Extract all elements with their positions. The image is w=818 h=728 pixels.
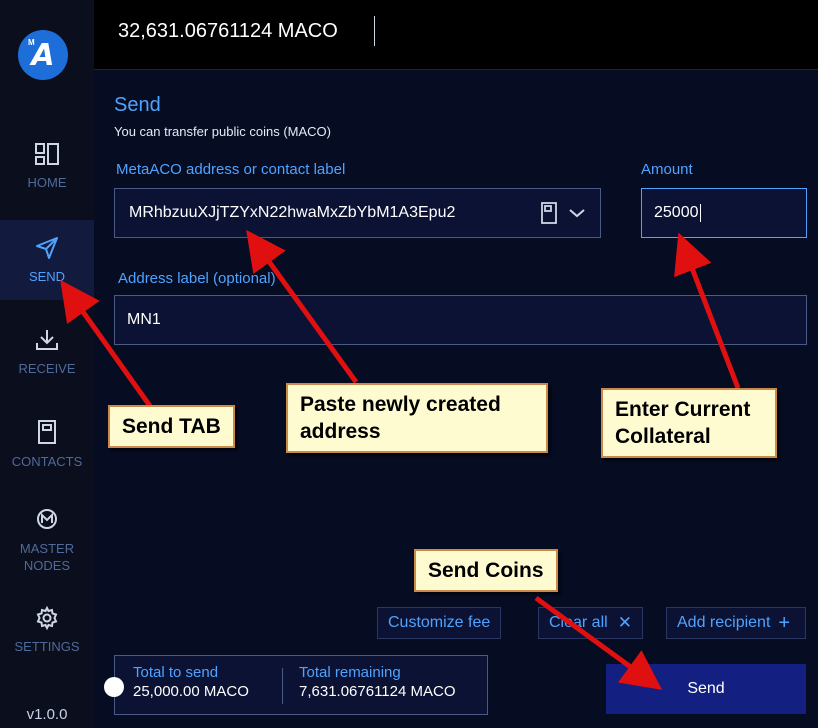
text-caret xyxy=(699,204,701,222)
totals-divider xyxy=(282,668,283,704)
chevron-down-icon[interactable] xyxy=(568,207,586,219)
address-label-field-label: Address label (optional) xyxy=(118,270,276,287)
customize-fee-button[interactable]: Customize fee xyxy=(377,607,502,639)
page-title: Send xyxy=(114,94,161,116)
masternodes-icon xyxy=(37,509,57,529)
amount-input-value: 25000 xyxy=(654,204,699,221)
page-subtitle: You can transfer public coins (MACO) xyxy=(114,124,332,139)
total-remaining-label: Total remaining xyxy=(299,664,401,681)
topbar-divider xyxy=(374,16,375,46)
sidebar-item-home[interactable]: HOME xyxy=(0,126,94,206)
total-to-send: Total to send 25,000.00 MACO xyxy=(133,664,249,700)
sidebar-item-label: RECEIVE xyxy=(18,360,76,376)
wallet-balance: 32,631.06761124 MACO xyxy=(118,20,338,42)
plus-icon: + xyxy=(778,611,791,634)
app-logo: M A xyxy=(18,30,68,80)
contacts-icon xyxy=(38,419,56,444)
top-bar: 32,631.06761124 MACO xyxy=(94,0,818,70)
sidebar-item-label: MASTER NODES xyxy=(19,541,75,573)
amount-input[interactable]: 25000 xyxy=(641,188,807,238)
sidebar: M A HOME SEND RECEIVE CONTACTS MASTER NOD… xyxy=(0,0,94,728)
add-recipient-label: Add recipient xyxy=(677,614,771,631)
sidebar-item-masternodes[interactable]: MASTER NODES xyxy=(0,500,94,580)
clear-all-button[interactable]: Clear all ✕ xyxy=(538,607,643,639)
add-recipient-button[interactable]: Add recipient + xyxy=(666,607,806,639)
sidebar-item-send[interactable]: SEND xyxy=(0,220,94,300)
sidebar-item-settings[interactable]: SETTINGS xyxy=(0,590,94,670)
send-button[interactable]: Send xyxy=(606,664,806,714)
sidebar-item-label: HOME xyxy=(27,174,67,190)
app-version: v1.0.0 xyxy=(26,706,68,723)
callout-send-coins: Send Coins xyxy=(414,549,558,592)
address-label-input[interactable]: MN1 xyxy=(114,295,807,345)
close-icon: ✕ xyxy=(617,613,632,632)
callout-send-tab: Send TAB xyxy=(108,405,235,448)
total-to-send-value: 25,000.00 MACO xyxy=(133,683,249,700)
sidebar-item-label: SEND xyxy=(28,268,66,284)
callout-paste-address: Paste newly created address xyxy=(286,383,548,453)
total-remaining: Total remaining 7,631.06761124 MACO xyxy=(299,664,456,700)
address-field-label: MetaACO address or contact label xyxy=(116,161,346,178)
gear-icon xyxy=(36,605,58,630)
clear-all-label: Clear all xyxy=(549,614,608,631)
radio-toggle[interactable] xyxy=(104,677,124,697)
sidebar-item-receive[interactable]: RECEIVE xyxy=(0,312,94,392)
amount-field-label: Amount xyxy=(641,161,693,178)
address-field-icons xyxy=(540,202,586,224)
home-icon xyxy=(35,142,59,165)
total-to-send-label: Total to send xyxy=(133,664,219,681)
callout-collateral: Enter Current Collateral xyxy=(601,388,777,458)
sidebar-item-label: SETTINGS xyxy=(14,638,80,654)
address-input[interactable]: MRhbzuuXJjTZYxN22hwaMxZbYbM1A3Epu2 xyxy=(114,188,601,238)
contacts-book-icon[interactable] xyxy=(540,202,558,224)
total-remaining-value: 7,631.06761124 MACO xyxy=(299,683,456,700)
send-icon xyxy=(36,236,58,259)
sidebar-item-contacts[interactable]: CONTACTS xyxy=(0,404,94,484)
address-input-value: MRhbzuuXJjTZYxN22hwaMxZbYbM1A3Epu2 xyxy=(129,204,456,221)
customize-fee-label: Customize fee xyxy=(388,614,491,631)
logo-small-letter: M xyxy=(28,38,35,47)
totals-box: Total to send 25,000.00 MACO Total remai… xyxy=(114,655,488,715)
address-label-input-value: MN1 xyxy=(127,311,161,328)
receive-icon xyxy=(36,329,58,350)
sidebar-item-label: CONTACTS xyxy=(11,453,83,469)
